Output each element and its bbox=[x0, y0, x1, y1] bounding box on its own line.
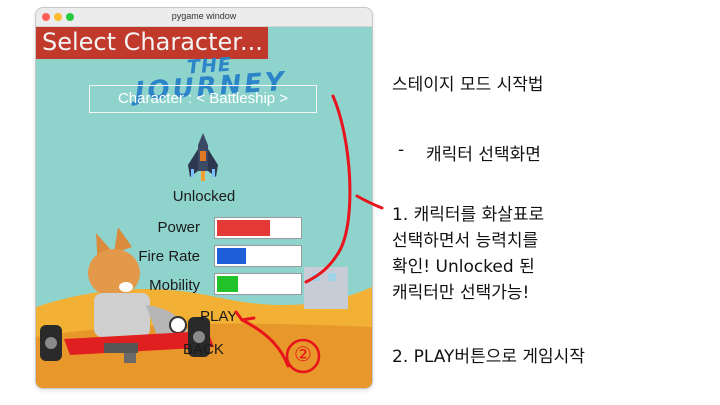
back-button[interactable]: BACK bbox=[183, 341, 224, 358]
window-titlebar: pygame window bbox=[36, 8, 372, 27]
page-title: Select Character... bbox=[42, 28, 263, 56]
pygame-window: pygame window Select Character... THE JO… bbox=[36, 8, 372, 388]
bullet-dash: - bbox=[398, 140, 405, 160]
step1-line4: 캐릭터만 선택가능! bbox=[392, 283, 530, 303]
character-status: Unlocked bbox=[172, 188, 236, 205]
game-canvas: Select Character... THE JOURNEY Characte… bbox=[36, 27, 372, 388]
step1-line3: 확인! Unlocked 된 bbox=[392, 257, 535, 277]
instructions-panel: 스테이지 모드 시작법 - 캐릭터 선택화면 1. 캐릭터를 화살표로 선택하면… bbox=[392, 0, 712, 405]
window-title: pygame window bbox=[171, 11, 237, 21]
bullet-character-select: 캐릭터 선택화면 bbox=[426, 145, 541, 165]
instructions-title: 스테이지 모드 시작법 bbox=[392, 75, 544, 95]
step1-line1: 1. 캐릭터를 화살표로 bbox=[392, 205, 545, 225]
character-selector[interactable]: Character : < Battleship > bbox=[89, 85, 317, 113]
circled-step-number: ② bbox=[294, 342, 312, 366]
step2-text: 2. PLAY버튼으로 게임시작 bbox=[392, 347, 585, 367]
step1-line2: 선택하면서 능력치를 bbox=[392, 231, 539, 251]
header-banner: Select Character... bbox=[36, 27, 268, 59]
battleship-icon bbox=[188, 133, 218, 181]
play-button[interactable]: PLAY bbox=[200, 308, 237, 325]
